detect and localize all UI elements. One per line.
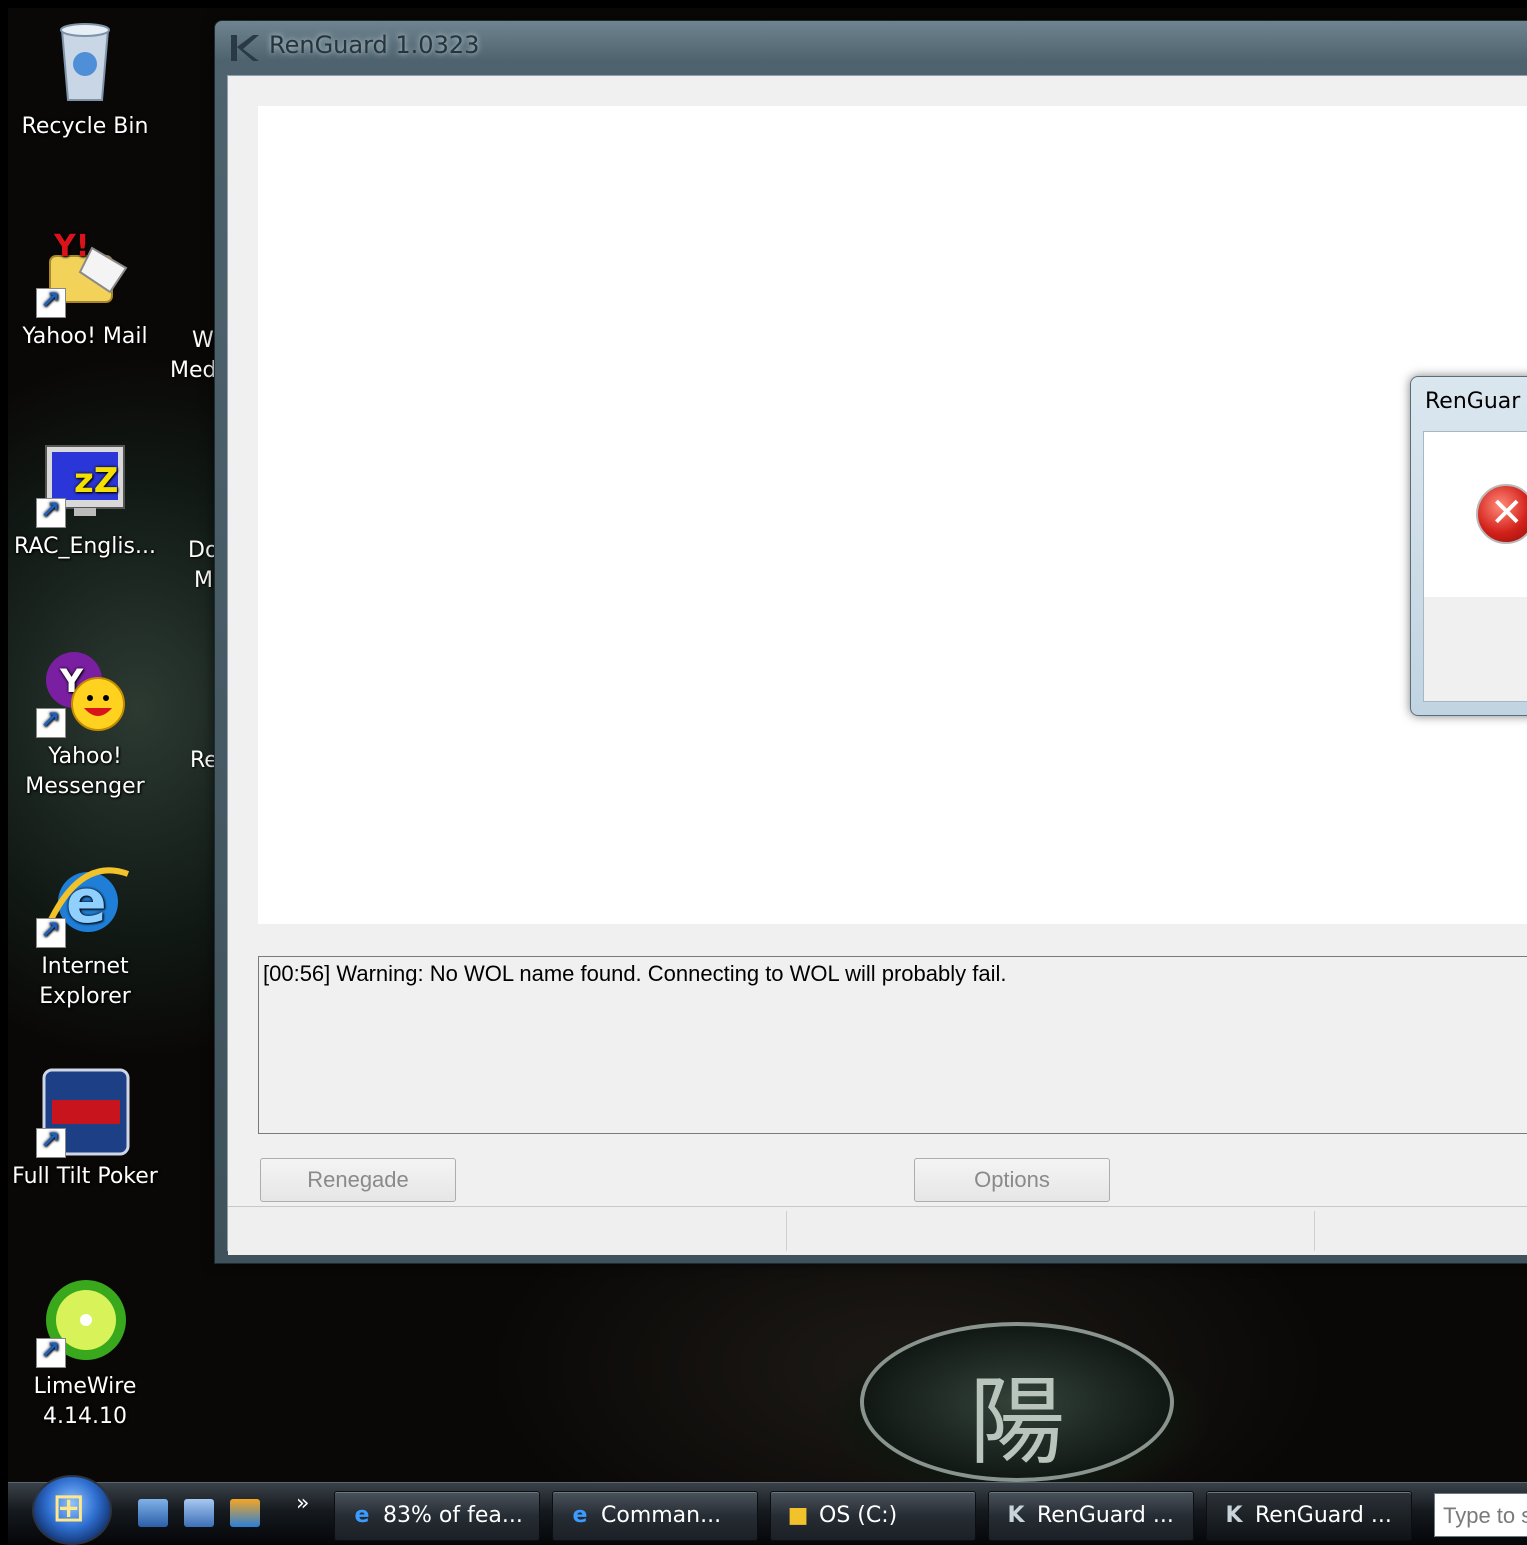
- log-line: [00:56] Warning: No WOL name found. Conn…: [263, 961, 1007, 986]
- taskbar-item-label: Comman...: [601, 1503, 722, 1528]
- ie-icon: e: [572, 1503, 588, 1528]
- desktop-icon-label: Yahoo! Mail: [22, 324, 148, 349]
- taskbar: » e 83% of fea... e Comman... ■ OS (C:) K Re…: [8, 1475, 1527, 1545]
- status-separator: [786, 1211, 787, 1251]
- options-button[interactable]: Options: [914, 1158, 1110, 1202]
- taskbar-item-ie-download[interactable]: e 83% of fea...: [334, 1491, 540, 1541]
- taskbar-item-renguard-2[interactable]: K RenGuard ...: [1206, 1491, 1412, 1541]
- window-title: RenGuard 1.0323: [269, 31, 480, 59]
- desktop-icon-label: Internet: [41, 954, 129, 979]
- folder-icon: ■: [787, 1503, 809, 1528]
- dialog-title: RenGuar: [1425, 389, 1521, 414]
- desktop-icon-label: Recycle Bin: [21, 114, 149, 139]
- desktop-icon-recycle-bin[interactable]: Recycle Bin: [10, 16, 160, 142]
- desktop-icon-yahoo-messenger[interactable]: Y Yahoo! Messenger: [10, 646, 160, 802]
- dialog-body: [1423, 431, 1527, 599]
- taskbar-item-label: RenGuard ...: [1255, 1503, 1392, 1528]
- internet-explorer-icon: e: [36, 856, 130, 948]
- shortcut-arrow-icon: [36, 495, 66, 528]
- search-input[interactable]: Type to s: [1434, 1493, 1527, 1537]
- partial-desktop-label: Med: [170, 358, 217, 383]
- svg-text:zZ: zZ: [74, 461, 118, 501]
- quick-launch-chevron[interactable]: »: [296, 1491, 309, 1516]
- switch-windows-icon[interactable]: [184, 1499, 214, 1527]
- media-player-icon[interactable]: [230, 1499, 260, 1527]
- taskbar-item-label: OS (C:): [819, 1503, 898, 1528]
- svg-text:Y!: Y!: [53, 229, 89, 264]
- desktop-icon-rac-english[interactable]: zZ RAC_Englis...: [10, 436, 160, 562]
- ie-icon: e: [354, 1503, 370, 1528]
- limewire-icon: [36, 1276, 130, 1368]
- status-separator: [1314, 1211, 1315, 1251]
- content-panel: [258, 106, 1527, 924]
- desktop-icon-label: 4.14.10: [43, 1404, 127, 1429]
- yahoo-messenger-icon: Y: [36, 646, 130, 738]
- renguard-icon: K: [1007, 1503, 1025, 1528]
- start-button[interactable]: [32, 1475, 112, 1545]
- wallpaper-seal: 陽: [860, 1322, 1174, 1482]
- shortcut-arrow-icon: [36, 915, 66, 948]
- taskbar-item-os-drive[interactable]: ■ OS (C:): [770, 1491, 976, 1541]
- recycle-bin-icon: [40, 16, 130, 106]
- desktop-icon-full-tilt-poker[interactable]: Full Tilt Poker: [10, 1066, 160, 1192]
- taskbar-item-label: RenGuard ...: [1037, 1503, 1174, 1528]
- desktop-icon-label: Full Tilt Poker: [12, 1164, 158, 1189]
- yahoo-mail-icon: Y!: [36, 226, 130, 318]
- window-client-area: [00:56] Warning: No WOL name found. Conn…: [227, 75, 1527, 1255]
- taskbar-item-label: 83% of fea...: [383, 1503, 523, 1528]
- desktop-icon-label: RAC_Englis...: [14, 534, 156, 559]
- desktop-icon-label: Explorer: [39, 984, 131, 1009]
- renguard-icon: K: [1225, 1503, 1243, 1528]
- partial-desktop-label: M: [194, 568, 213, 593]
- rac-monitor-icon: zZ: [36, 436, 130, 528]
- shortcut-arrow-icon: [36, 705, 66, 738]
- full-tilt-poker-icon: [36, 1066, 130, 1158]
- desktop-icon-limewire[interactable]: LimeWire 4.14.10: [10, 1276, 160, 1432]
- desktop-icon-label: LimeWire: [33, 1374, 137, 1399]
- show-desktop-icon[interactable]: [138, 1499, 168, 1527]
- error-icon: [1476, 484, 1527, 544]
- log-output[interactable]: [00:56] Warning: No WOL name found. Conn…: [258, 956, 1527, 1134]
- dialog-button-area: [1423, 597, 1527, 702]
- shortcut-arrow-icon: [36, 1125, 66, 1158]
- taskbar-item-command[interactable]: e Comman...: [552, 1491, 758, 1541]
- renguard-logo-icon: [227, 31, 261, 65]
- shortcut-arrow-icon: [36, 285, 66, 318]
- desktop-icon-yahoo-mail[interactable]: Y! Yahoo! Mail: [10, 226, 160, 352]
- desktop-icon-label: Yahoo!: [48, 744, 122, 769]
- desktop-icon-label: Messenger: [25, 774, 145, 799]
- shortcut-arrow-icon: [36, 1335, 66, 1368]
- seal-glyph: 陽: [969, 1366, 1065, 1478]
- desktop-icon-internet-explorer[interactable]: e Internet Explorer: [10, 856, 160, 1012]
- error-dialog[interactable]: RenGuar: [1410, 376, 1527, 716]
- renegade-button[interactable]: Renegade: [260, 1158, 456, 1202]
- taskbar-item-renguard-1[interactable]: K RenGuard ...: [988, 1491, 1194, 1541]
- status-bar: [228, 1206, 1527, 1255]
- renguard-window[interactable]: RenGuard 1.0323 [00:56] Warning: No WOL …: [214, 20, 1527, 1264]
